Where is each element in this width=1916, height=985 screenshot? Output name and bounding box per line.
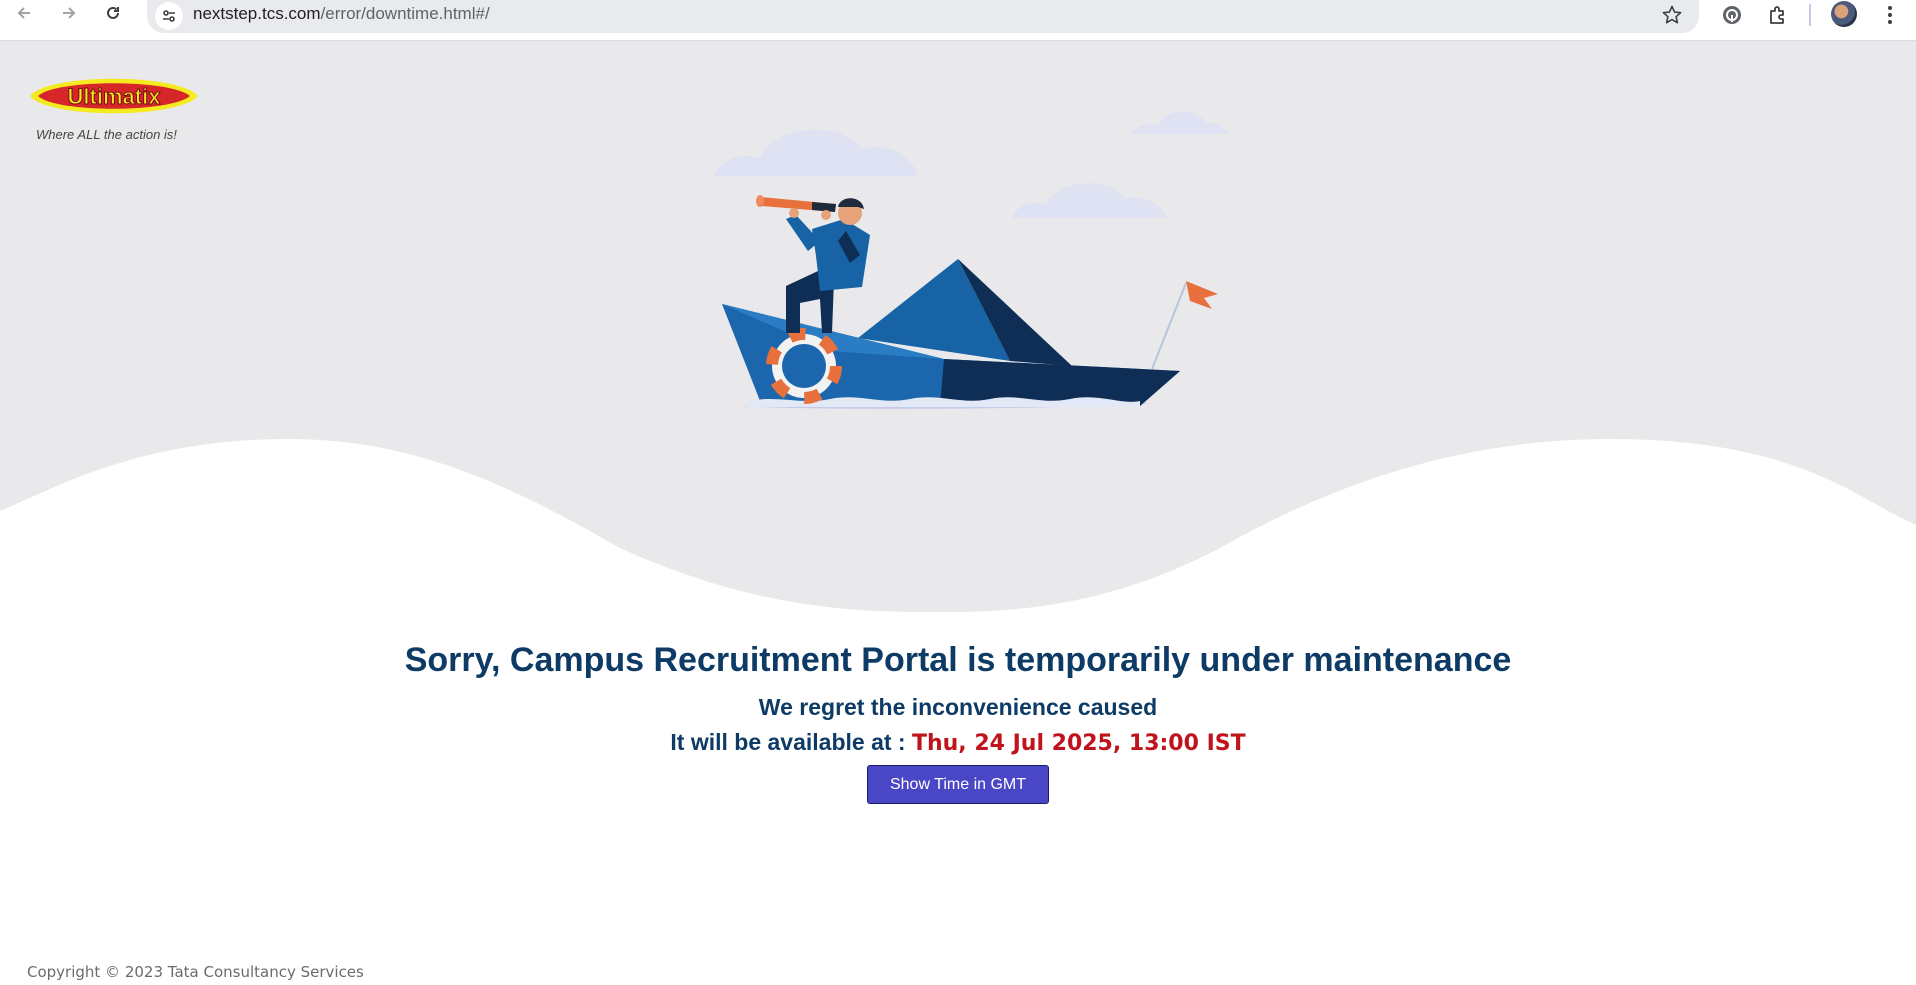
hero-illustration [0, 41, 1916, 612]
regret-text: We regret the inconvenience caused [758, 694, 1158, 720]
extension-circle-icon[interactable] [1719, 2, 1745, 28]
more-menu-icon[interactable] [1877, 2, 1903, 28]
page-title: Sorry, Campus Recruitment Portal is temp… [404, 641, 1512, 679]
bookmark-star-icon[interactable] [1661, 4, 1683, 31]
reload-icon[interactable] [102, 2, 124, 24]
ultimatix-logo: Ultimatix [30, 78, 198, 114]
maintenance-message: Sorry, Campus Recruitment Portal is temp… [0, 641, 1916, 804]
availability-label: It will be available at : [670, 729, 912, 755]
address-bar[interactable]: nextstep.tcs.com/error/downtime.html#/ [147, 0, 1699, 33]
show-gmt-button[interactable]: Show Time in GMT [866, 765, 1050, 804]
toolbar-separator [1809, 4, 1811, 26]
forward-icon[interactable] [58, 2, 80, 24]
extensions-puzzle-icon[interactable] [1765, 2, 1791, 28]
back-icon[interactable] [13, 2, 35, 24]
site-info-icon[interactable] [155, 2, 183, 30]
browser-toolbar: nextstep.tcs.com/error/downtime.html#/ [0, 0, 1916, 41]
copyright-text: Copyright © 2023 Tata Consultancy Servic… [27, 963, 364, 981]
url-path: /error/downtime.html#/ [320, 4, 490, 23]
availability-time: Thu, 24 Jul 2025, 13:00 IST [911, 731, 1246, 756]
tagline: Where ALL the action is! [36, 127, 177, 142]
profile-avatar[interactable] [1831, 1, 1857, 27]
url-host: nextstep.tcs.com [193, 4, 321, 23]
url-text[interactable]: nextstep.tcs.com/error/downtime.html#/ [193, 4, 490, 24]
availability-line: It will be available at : Thu, 24 Jul 20… [0, 729, 1916, 756]
downtime-page: Ultimatix Where ALL the action is! Sorry… [0, 41, 1916, 985]
logo-text: Ultimatix [68, 84, 162, 109]
